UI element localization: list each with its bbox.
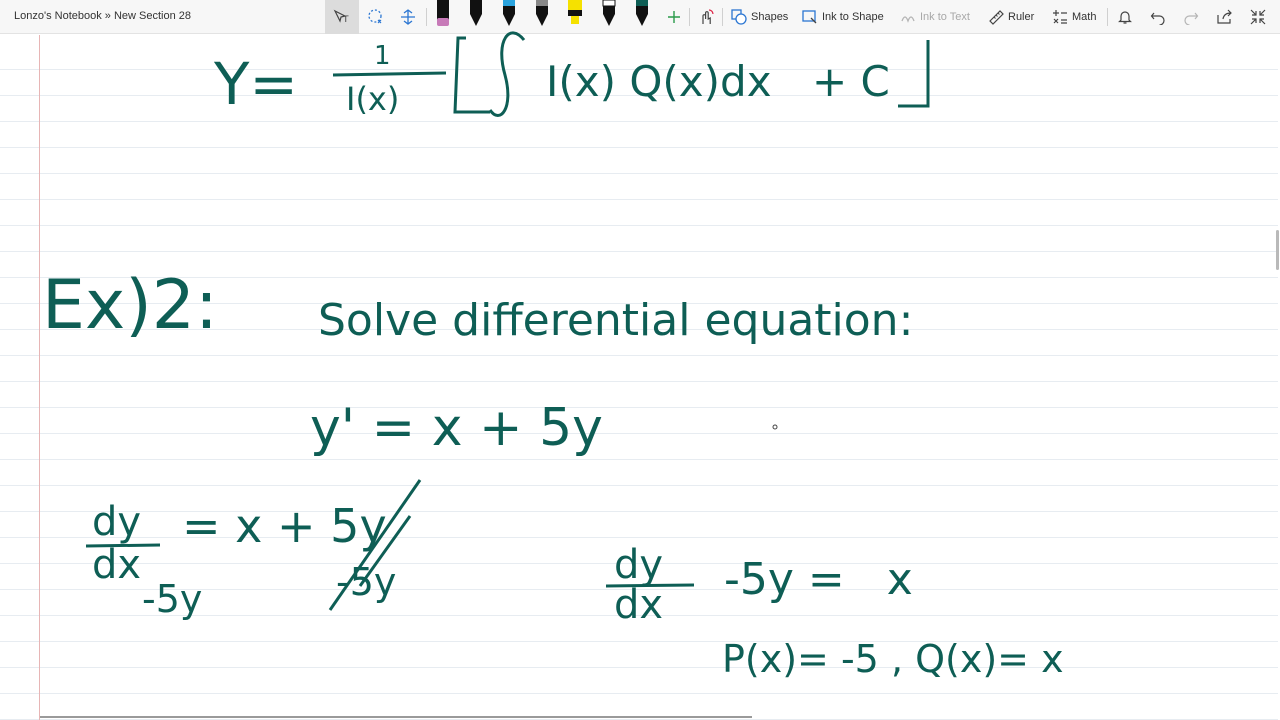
formula-plus-c: + C	[812, 57, 890, 106]
ink-layer[interactable]: Y= 1 I(x) I(x) Q(x)dx + C Ex)2: Solve di…	[0, 0, 1280, 720]
left-rhs: = x + 5y	[182, 499, 387, 553]
formula-numerator: 1	[374, 41, 391, 71]
left-dx: dx	[92, 542, 141, 588]
left-dy: dy	[92, 499, 141, 545]
formula-y: Y=	[213, 50, 298, 118]
subtract-5y-left: -5y	[142, 577, 202, 621]
cursor-dot	[772, 424, 778, 430]
solve-instruction: Solve differential equation:	[318, 295, 913, 346]
fraction-bar	[332, 71, 447, 77]
formula-integrand: I(x) Q(x)dx	[546, 57, 772, 106]
integral-sign	[488, 31, 526, 117]
left-bracket	[453, 36, 490, 114]
standard-form-rhs: -5y = x	[724, 554, 913, 605]
subtract-5y-right: -5y	[336, 560, 396, 604]
right-bracket	[898, 40, 930, 108]
p-and-q-values: P(x)= -5 , Q(x)= x	[722, 637, 1064, 681]
given-equation: y' = x + 5y	[310, 398, 603, 458]
example-label: Ex)2:	[42, 266, 218, 345]
right-dx: dx	[614, 582, 663, 628]
formula-denominator: I(x)	[346, 80, 399, 118]
